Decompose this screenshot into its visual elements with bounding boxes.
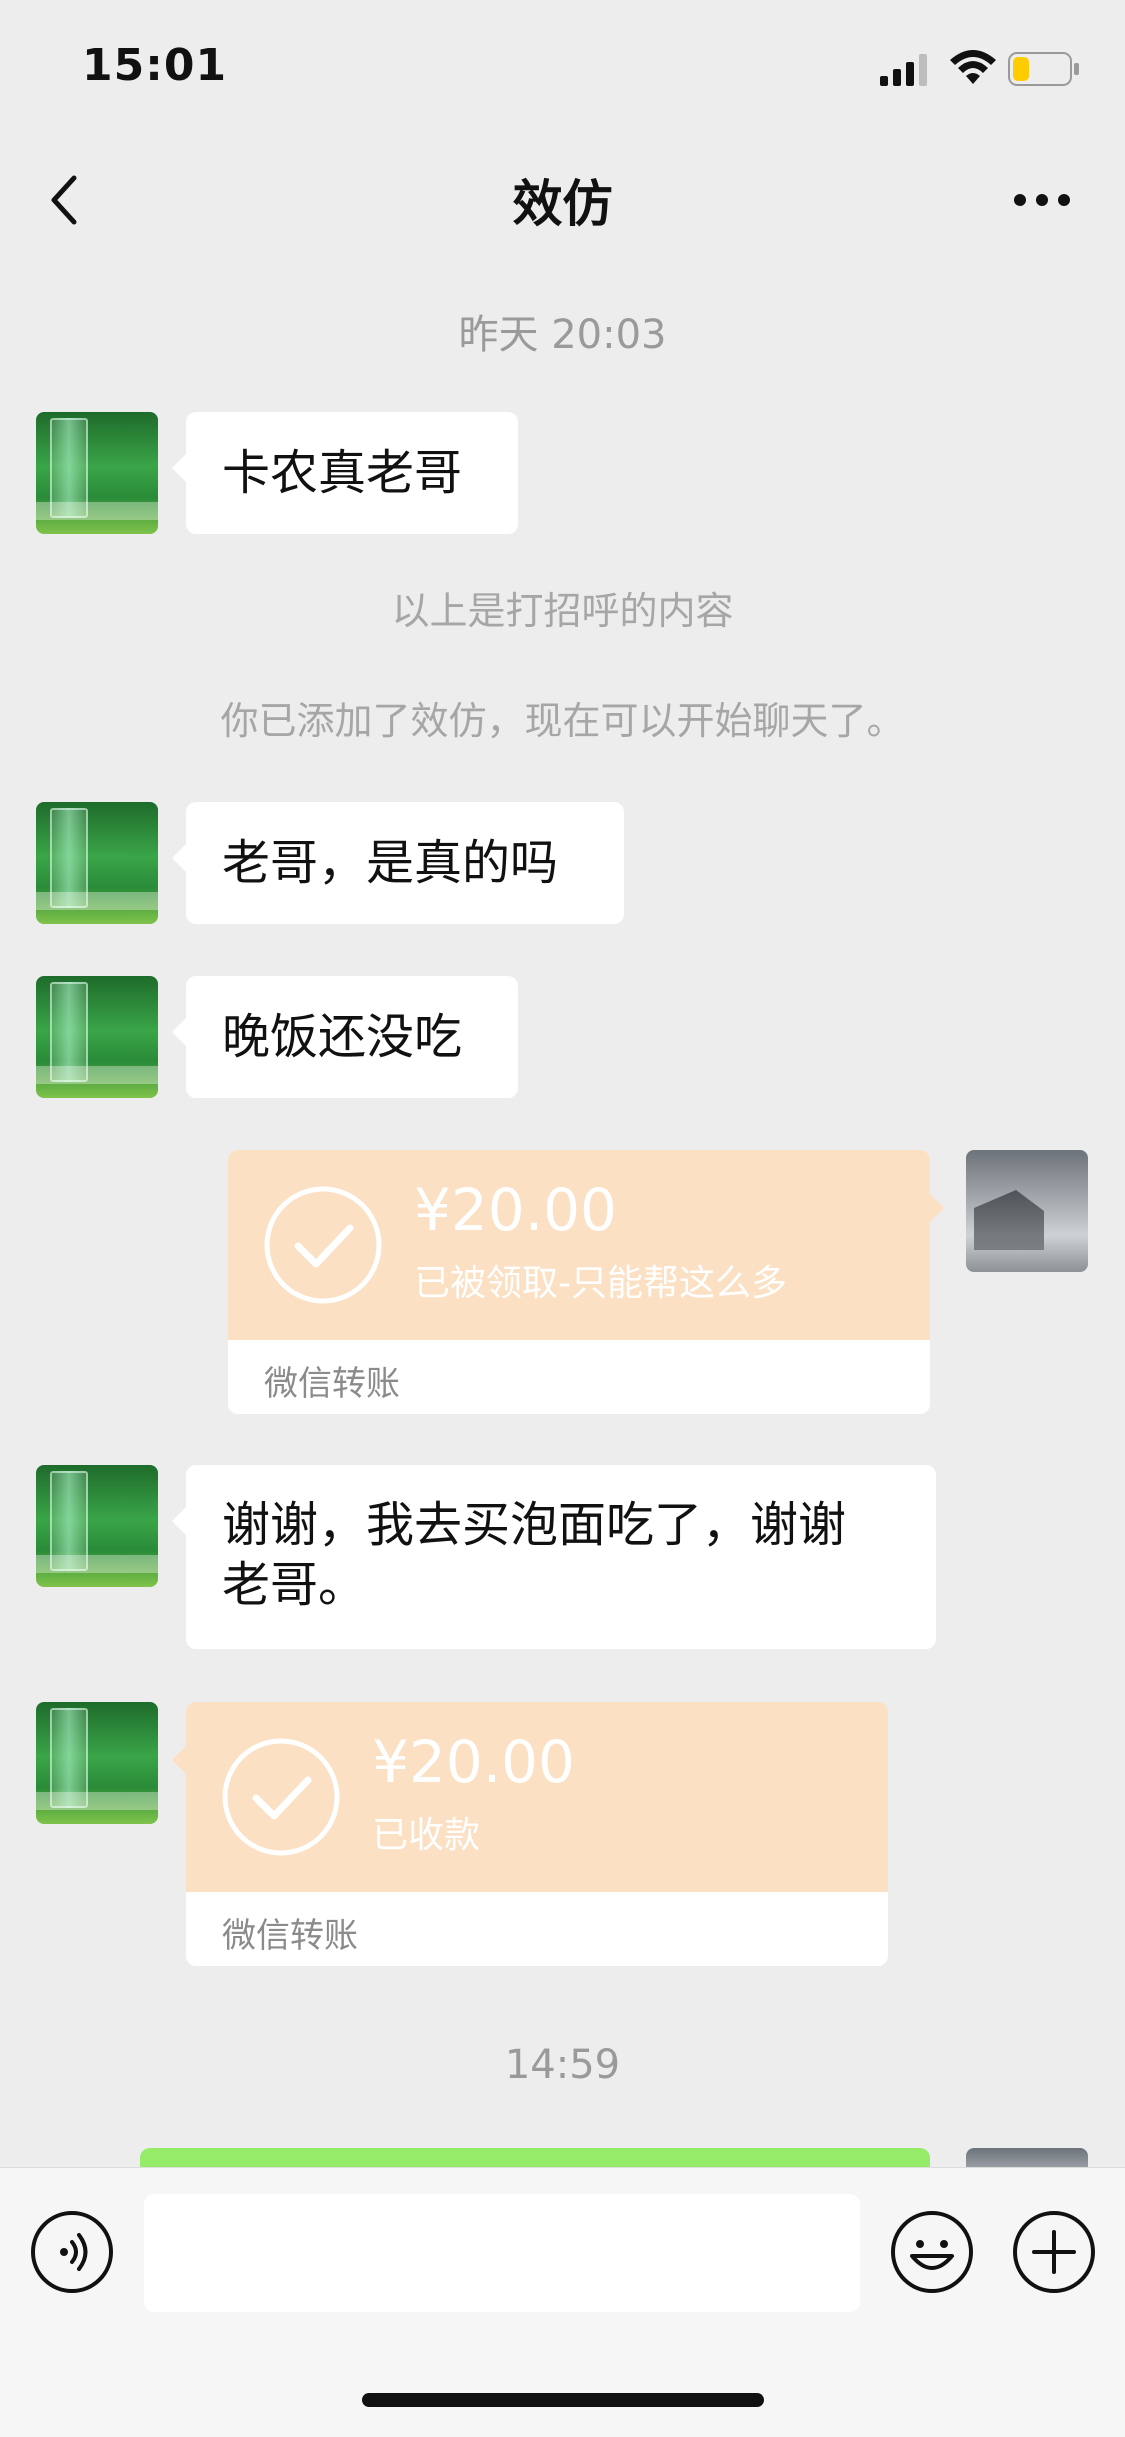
system-notice: 你已添加了效仿，现在可以开始聊天了。 [220,699,905,743]
status-bar: 15:01 [0,0,1125,140]
wifi-icon [950,50,996,84]
contact-avatar[interactable] [36,1465,158,1587]
transfer-label: 微信转账 [264,1364,400,1404]
battery-icon [1008,52,1079,86]
timestamp: 14:59 [504,2042,621,2088]
message-text: 谢谢，我去买泡面吃了，谢谢 [222,1497,847,1553]
message-text: 卡农真老哥 [222,445,463,501]
message-text: 晚饭还没吃 [222,1009,463,1065]
system-notice: 以上是打招呼的内容 [391,589,734,633]
message-input[interactable] [144,2194,860,2312]
bubble-tail [930,1194,944,1222]
transfer-amount: ¥20.00 [414,1176,617,1244]
check-circle-icon [222,1738,340,1856]
bubble-tail [172,1746,186,1774]
transfer-note: 已被领取-只能帮这么多 [414,1263,787,1304]
transfer-label: 微信转账 [222,1916,358,1956]
my-avatar[interactable] [966,1150,1088,1272]
plus-icon[interactable] [1012,2210,1096,2294]
more-icon[interactable] [1012,188,1072,212]
transfer-card-sent[interactable]: ¥20.00 已被领取-只能帮这么多 微信转账 [228,1150,930,1414]
transfer-amount: ¥20.00 [372,1728,575,1796]
contact-avatar[interactable] [36,412,158,534]
message-bubble[interactable]: 谢谢，我去买泡面吃了，谢谢 老哥。 [172,1465,936,1649]
message-bubble[interactable]: 晚饭还没吃 [172,976,518,1098]
transfer-card-received[interactable]: ¥20.00 已收款 微信转账 [186,1702,888,1966]
status-time: 15:01 [82,40,228,91]
signal-icon [880,54,927,86]
nav-bar: 效仿 [0,140,1125,260]
transfer-note: 已收款 [372,1815,481,1856]
timestamp: 昨天 20:03 [458,312,667,358]
home-indicator [362,2393,764,2407]
message-bubble[interactable]: 老哥，是真的吗 [172,802,624,924]
message-text: 老哥。 [222,1557,367,1613]
page-title: 效仿 [512,175,613,233]
contact-avatar[interactable] [36,976,158,1098]
message-bubble[interactable]: 卡农真老哥 [172,412,518,534]
emoji-icon[interactable] [890,2210,974,2294]
check-circle-icon [264,1186,382,1304]
contact-avatar[interactable] [36,1702,158,1824]
message-text: 老哥，是真的吗 [222,835,559,891]
contact-avatar[interactable] [36,802,158,924]
voice-icon[interactable] [30,2210,114,2294]
